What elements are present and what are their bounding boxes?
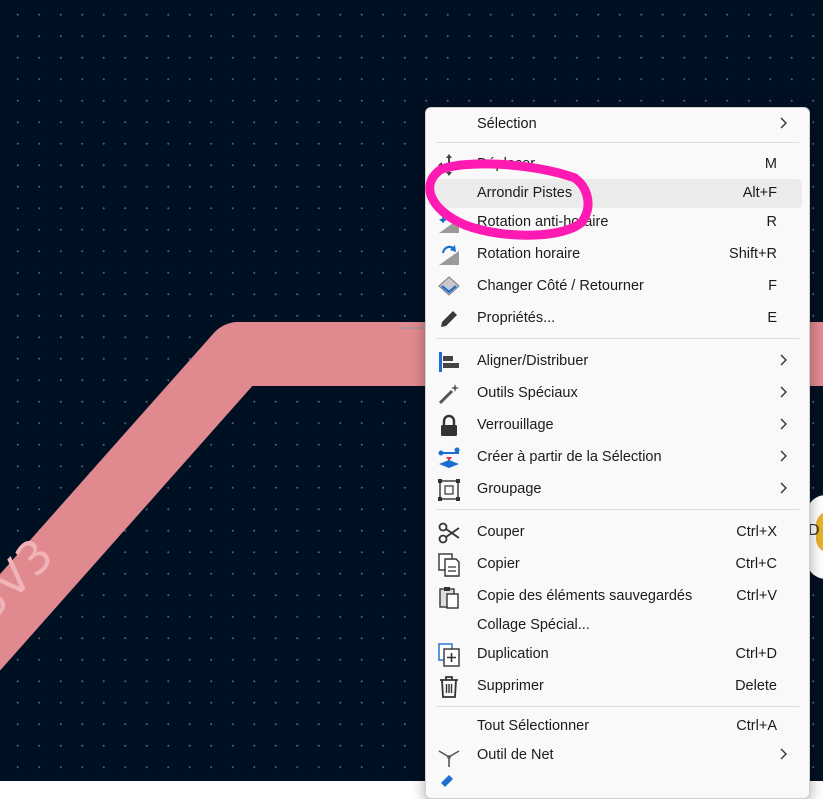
magic-wand-icon (437, 382, 461, 406)
menu-item-net-tool[interactable]: Outil de Net (434, 741, 802, 770)
menu-item-align-distribute[interactable]: Aligner/Distribuer (434, 347, 802, 376)
menu-item-rotate-cw[interactable]: Rotation horaire Shift+R (434, 240, 802, 269)
menu-item-shortcut: Ctrl+C (735, 556, 778, 572)
menu-item-selection[interactable]: Sélection (434, 110, 802, 139)
menu-item-shortcut: Shift+R (729, 246, 777, 262)
menu-item-delete[interactable]: Supprimer Delete (434, 672, 802, 701)
menu-item-label: Sélection (477, 116, 537, 132)
menu-item-cut[interactable]: Couper Ctrl+X (434, 518, 802, 547)
menu-separator (436, 338, 799, 339)
menu-item-shortcut: Ctrl+X (736, 524, 777, 540)
rotate-cw-icon (437, 243, 461, 267)
duplicate-icon (437, 643, 461, 667)
menu-item-label: Changer Côté / Retourner (477, 278, 644, 294)
menu-item-label: Verrouillage (477, 417, 554, 433)
chevron-right-icon (780, 748, 787, 760)
menu-item-duplicate[interactable]: Duplication Ctrl+D (434, 640, 802, 669)
clipboard-icon (437, 585, 461, 609)
menu-item-rotate-ccw[interactable]: Rotation anti-horaire R (434, 208, 802, 237)
menu-item-move[interactable]: Déplacer M (434, 150, 802, 179)
menu-separator (436, 142, 799, 143)
menu-item-grouping[interactable]: Groupage (434, 475, 802, 504)
menu-item-shortcut: Ctrl+V (736, 588, 777, 604)
menu-item-shortcut: E (767, 310, 777, 326)
menu-item-special-tools[interactable]: Outils Spéciaux (434, 379, 802, 408)
pencil-icon (437, 307, 461, 331)
group-icon (437, 478, 461, 502)
menu-item-round-tracks[interactable]: Arrondir Pistes Alt+F (434, 179, 802, 208)
menu-item-shortcut: M (764, 156, 777, 172)
menu-item-label: Duplication (477, 646, 549, 662)
rotate-ccw-icon (437, 211, 461, 235)
chevron-right-icon (780, 354, 787, 366)
menu-item-label: Rotation anti-horaire (477, 214, 609, 230)
chevron-right-icon (780, 450, 787, 462)
menu-item-label: Copier (477, 556, 520, 572)
menu-separator (436, 509, 799, 510)
menu-item-partial[interactable] (434, 770, 802, 799)
lock-icon (437, 414, 461, 438)
menu-item-create-from-selection[interactable]: Créer à partir de la Sélection (434, 443, 802, 472)
menu-item-paste[interactable]: Copie des éléments sauvegardés Ctrl+V (434, 582, 802, 611)
menu-item-label: Propriétés... (477, 310, 556, 326)
chevron-right-icon (780, 117, 787, 129)
menu-item-shortcut: F (768, 278, 777, 294)
menu-item-label: Supprimer (477, 678, 544, 694)
menu-item-label: Déplacer (477, 156, 536, 172)
copy-icon (437, 553, 461, 577)
move-icon (437, 153, 461, 177)
menu-item-shortcut: Ctrl+D (735, 646, 778, 662)
menu-item-flip[interactable]: Changer Côté / Retourner F (434, 272, 802, 301)
create-from-selection-icon (437, 446, 461, 470)
menu-item-shortcut: Alt+F (742, 185, 777, 201)
menu-item-copy[interactable]: Copier Ctrl+C (434, 550, 802, 579)
chevron-right-icon (780, 418, 787, 430)
menu-item-label: Créer à partir de la Sélection (477, 449, 662, 465)
context-menu: Sélection Déplacer M Arrondir Pistes Alt… (425, 107, 810, 799)
menu-item-label: Copie des éléments sauvegardés (477, 588, 693, 604)
menu-item-label: Tout Sélectionner (477, 718, 590, 734)
menu-item-label: Outil de Net (477, 747, 554, 763)
net-tool-icon (437, 744, 461, 768)
scissors-icon (437, 521, 461, 545)
menu-item-label: Collage Spécial... (477, 617, 590, 633)
trash-icon (437, 675, 461, 699)
menu-item-label: Aligner/Distribuer (477, 353, 589, 369)
menu-item-label: Couper (477, 524, 525, 540)
partial-icon (437, 773, 461, 797)
chevron-right-icon (780, 386, 787, 398)
menu-item-label: Outils Spéciaux (477, 385, 578, 401)
menu-item-paste-special[interactable]: Collage Spécial... (434, 611, 802, 640)
menu-item-label: Arrondir Pistes (477, 185, 573, 201)
flip-icon (437, 275, 461, 299)
menu-separator (436, 706, 799, 707)
menu-item-label: Groupage (477, 481, 542, 497)
menu-item-label: Rotation horaire (477, 246, 581, 262)
chevron-right-icon (780, 482, 787, 494)
menu-item-properties[interactable]: Propriétés... E (434, 304, 802, 333)
menu-item-lock[interactable]: Verrouillage (434, 411, 802, 440)
align-icon (437, 350, 461, 374)
menu-item-select-all[interactable]: Tout Sélectionner Ctrl+A (434, 712, 802, 741)
menu-item-shortcut: Ctrl+A (736, 718, 777, 734)
menu-item-shortcut: R (766, 214, 777, 230)
menu-item-shortcut: Delete (735, 678, 777, 694)
